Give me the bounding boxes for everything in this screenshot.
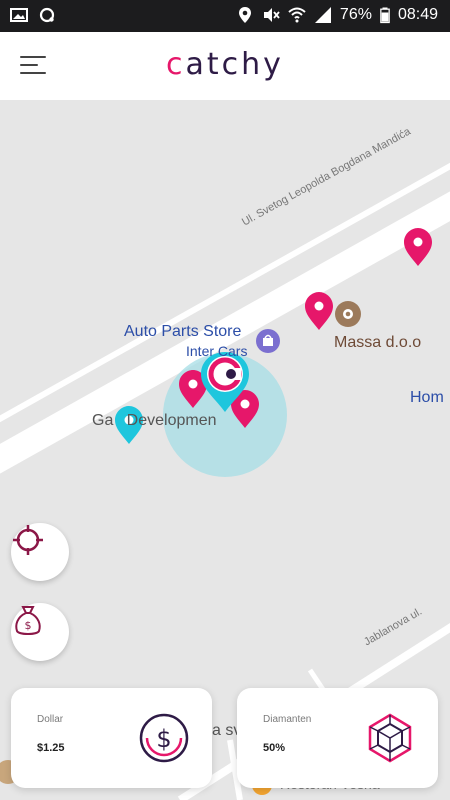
- diamond-icon: [364, 712, 416, 769]
- diamonds-card-label: Diamanten: [263, 714, 312, 725]
- clock: 08:49: [397, 6, 438, 23]
- crosshair-icon: [13, 525, 43, 555]
- battery-percent: 76%: [339, 6, 372, 23]
- image-icon: [10, 8, 28, 22]
- dollar-card-value: $1.25: [37, 742, 65, 754]
- money-bag-icon: $: [15, 606, 41, 635]
- dollar-coin-icon: $: [138, 712, 190, 769]
- pink-map-pin: [404, 228, 432, 266]
- signal-icon: [314, 7, 331, 23]
- dollar-card-label: Dollar: [37, 714, 64, 725]
- poi-label-ga-development: Ga Developmen: [92, 412, 217, 429]
- status-bar: 76% 08:49: [0, 0, 450, 32]
- my-location-button[interactable]: [11, 523, 69, 581]
- poi-label-inter-cars: Inter Cars: [186, 343, 248, 359]
- sync-icon: [39, 7, 55, 23]
- app-logo: catchy: [166, 47, 284, 82]
- mute-icon: [263, 8, 280, 22]
- poi-label-auto-parts: Auto Parts Store: [124, 323, 242, 340]
- svg-text:$: $: [25, 619, 32, 632]
- pink-map-pin: [305, 292, 333, 330]
- poi-label-massa: Massa d.o.o: [334, 334, 422, 351]
- poi-label-hom: Hom: [410, 389, 444, 406]
- shopping-bag-icon: [256, 329, 280, 353]
- money-bag-button[interactable]: $: [11, 603, 69, 661]
- wifi-icon: [288, 7, 306, 23]
- app-header: catchy: [0, 32, 450, 100]
- diamonds-card-value: 50%: [263, 742, 286, 754]
- brown-poi-marker: [335, 301, 361, 327]
- dollar-card[interactable]: Dollar $1.25 $: [11, 688, 212, 788]
- battery-icon: [380, 7, 390, 24]
- svg-text:$: $: [156, 725, 171, 753]
- location-icon: [238, 7, 251, 23]
- diamonds-card[interactable]: Diamanten 50%: [237, 688, 438, 788]
